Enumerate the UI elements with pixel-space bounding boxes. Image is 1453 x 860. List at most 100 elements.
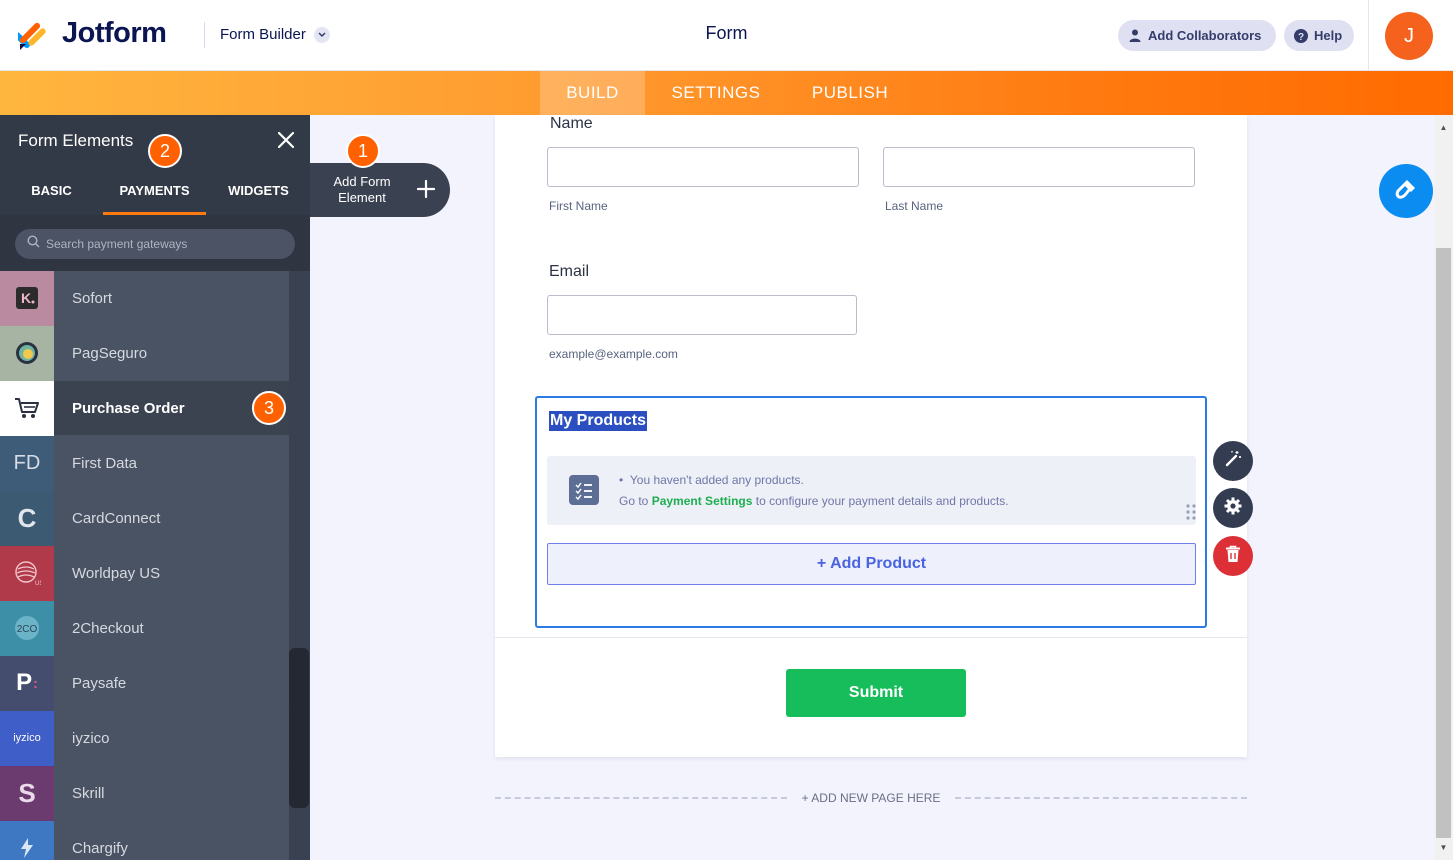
list-item-label: Paysafe	[72, 674, 127, 692]
help-button[interactable]: ? Help	[1284, 20, 1354, 51]
sofort-icon: K	[0, 270, 54, 326]
first-data-icon: FD	[0, 435, 54, 491]
search-box	[15, 229, 295, 259]
svg-text:US: US	[35, 581, 41, 587]
user-icon	[1128, 29, 1142, 43]
list-item-label: Skrill	[72, 784, 105, 802]
payment-settings-hint: Go to Payment Settings to configure your…	[619, 494, 1009, 508]
scroll-down-icon[interactable]: ▼	[1434, 839, 1453, 855]
add-new-page-label: + ADD NEW PAGE HERE	[801, 791, 941, 805]
list-item-label: CardConnect	[72, 509, 161, 527]
list-item-label: Purchase Order	[72, 399, 185, 417]
list-item-sofort[interactable]: K Sofort	[0, 270, 289, 326]
plus-icon	[416, 174, 436, 206]
list-item-2checkout[interactable]: 2CO 2Checkout	[0, 600, 289, 656]
list-item-paysafe[interactable]: P: Paysafe	[0, 655, 289, 711]
form-designer-button[interactable]	[1379, 164, 1433, 218]
help-label: Help	[1314, 28, 1343, 43]
email-sublabel: example@example.com	[549, 347, 678, 361]
app: Jotform Form Builder Form Add Collaborat…	[0, 0, 1453, 860]
list-item-label: Sofort	[72, 289, 113, 307]
skrill-icon: S	[0, 765, 54, 821]
close-icon[interactable]	[275, 129, 297, 151]
products-title[interactable]: My Products	[549, 411, 648, 431]
panel-title: Form Elements	[18, 131, 134, 150]
list-item-label: First Data	[72, 454, 138, 472]
search-bar	[0, 215, 310, 271]
add-new-page[interactable]: + ADD NEW PAGE HERE	[495, 790, 1247, 806]
products-empty-info: • You haven't added any products. Go to …	[547, 456, 1196, 525]
scroll-up-icon[interactable]: ▲	[1434, 119, 1453, 135]
panel-scrollbar-thumb[interactable]	[289, 648, 309, 808]
payment-settings-link[interactable]: Payment Settings	[652, 494, 753, 508]
list-item-label: PagSeguro	[72, 344, 148, 362]
trash-icon	[1225, 545, 1241, 568]
worldpay-icon: US	[0, 545, 54, 601]
list-item-cardconnect[interactable]: C CardConnect	[0, 490, 289, 546]
list-item-worldpay-us[interactable]: US Worldpay US	[0, 545, 289, 601]
properties-button[interactable]	[1213, 488, 1253, 528]
form-builder-dropdown[interactable]: Form Builder	[220, 26, 330, 43]
email-input[interactable]	[547, 295, 857, 335]
delete-button[interactable]	[1213, 536, 1253, 576]
list-item-iyzico[interactable]: iyzico iyzico	[0, 710, 289, 766]
payment-gateway-list: K Sofort PagSeguro Purchase Order FD Fir…	[0, 270, 310, 860]
pagseguro-icon	[0, 325, 54, 381]
panel-tabs: BASIC PAYMENTS WIDGETS	[0, 165, 310, 215]
tab-basic[interactable]: BASIC	[0, 165, 103, 215]
name-label: Name	[550, 115, 593, 132]
jotform-logo-icon	[14, 18, 50, 50]
chevron-down-icon	[313, 26, 330, 43]
list-item-skrill[interactable]: S Skrill	[0, 765, 289, 821]
magic-wand-button[interactable]	[1213, 441, 1253, 481]
svg-text:?: ?	[1298, 32, 1304, 43]
list-item-first-data[interactable]: FD First Data	[0, 435, 289, 491]
jotform-logo[interactable]: Jotform	[14, 17, 167, 50]
step-badge-3: 3	[252, 391, 286, 425]
tab-widgets[interactable]: WIDGETS	[207, 165, 310, 215]
top-header: Jotform Form Builder Form Add Collaborat…	[0, 0, 1453, 71]
list-item-purchase-order[interactable]: Purchase Order	[0, 380, 289, 436]
tab-publish[interactable]: PUBLISH	[800, 71, 900, 115]
step-badge-2: 2	[148, 134, 182, 168]
first-name-sublabel: First Name	[549, 199, 608, 213]
list-item-label: iyzico	[72, 729, 110, 747]
my-products-field[interactable]: My Products • You haven't added any prod…	[535, 396, 1207, 628]
list-item-pagseguro[interactable]: PagSeguro	[0, 325, 289, 381]
header-divider	[204, 22, 205, 48]
list-item-chargify[interactable]: Chargify	[0, 820, 289, 860]
submit-button[interactable]: Submit	[786, 669, 966, 717]
add-form-element-label: Add Form Element	[333, 174, 391, 205]
cardconnect-icon: C	[0, 490, 54, 546]
paint-roller-icon	[1393, 176, 1419, 207]
form-card: Name First Name Last Name Email example@…	[495, 115, 1247, 757]
page-scrollbar-thumb[interactable]	[1436, 248, 1451, 838]
search-input[interactable]	[46, 237, 286, 251]
first-name-input[interactable]	[547, 147, 859, 187]
last-name-input[interactable]	[883, 147, 1195, 187]
user-avatar[interactable]: J	[1385, 12, 1433, 60]
2checkout-icon: 2CO	[0, 600, 54, 656]
search-icon	[27, 235, 40, 253]
builder-nav: BUILD SETTINGS PUBLISH	[0, 71, 1453, 115]
gear-icon	[1223, 496, 1243, 521]
svg-text:2CO: 2CO	[17, 624, 38, 635]
add-form-element-button[interactable]: Add Form Element	[310, 163, 450, 217]
email-label: Email	[549, 263, 590, 280]
chargify-icon	[0, 820, 54, 860]
card-divider	[495, 637, 1247, 638]
tab-payments[interactable]: PAYMENTS	[103, 165, 206, 215]
step-badge-1: 1	[346, 134, 380, 168]
add-collaborators-label: Add Collaborators	[1148, 28, 1262, 43]
page-scrollbar[interactable]: ▲ ▼	[1434, 115, 1453, 860]
no-products-text: • You haven't added any products.	[619, 473, 804, 487]
list-item-label: Worldpay US	[72, 564, 161, 582]
tab-build[interactable]: BUILD	[540, 71, 645, 115]
drag-handle-icon[interactable]	[1186, 504, 1196, 520]
add-product-button[interactable]: + Add Product	[547, 543, 1196, 585]
tab-settings[interactable]: SETTINGS	[660, 71, 772, 115]
magic-wand-icon	[1223, 449, 1243, 474]
cart-icon	[0, 380, 54, 436]
iyzico-icon: iyzico	[0, 710, 54, 766]
add-collaborators-button[interactable]: Add Collaborators	[1118, 20, 1276, 51]
